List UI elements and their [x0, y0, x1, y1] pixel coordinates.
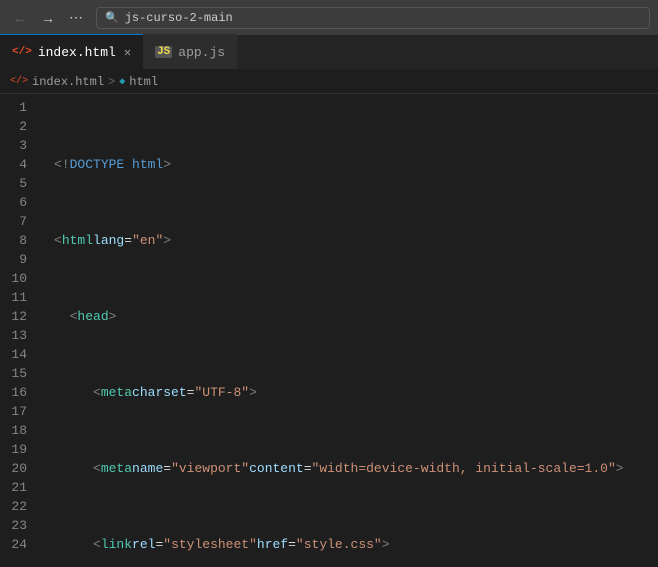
- line-num-11: 11: [0, 288, 27, 307]
- line-num-19: 19: [0, 440, 27, 459]
- line-numbers: 1 2 3 4 5 6 7 8 9 10 11 12 13 14 15 16 1…: [0, 94, 38, 567]
- line-num-22: 22: [0, 497, 27, 516]
- line-num-9: 9: [0, 250, 27, 269]
- breadcrumb-html-icon: </>: [10, 76, 28, 87]
- breadcrumb-separator: >: [108, 75, 115, 89]
- breadcrumb-file: index.html: [32, 75, 104, 89]
- line-num-2: 2: [0, 117, 27, 136]
- nav-more-button[interactable]: ⋯: [64, 6, 88, 30]
- line-num-17: 17: [0, 402, 27, 421]
- line-num-18: 18: [0, 421, 27, 440]
- line-num-3: 3: [0, 136, 27, 155]
- tab-app-js[interactable]: JS app.js: [143, 34, 237, 69]
- line-num-8: 8: [0, 231, 27, 250]
- line-num-14: 14: [0, 345, 27, 364]
- line-num-21: 21: [0, 478, 27, 497]
- breadcrumb-section: html: [129, 75, 158, 89]
- line-num-15: 15: [0, 364, 27, 383]
- line-num-1: 1: [0, 98, 27, 117]
- code-line-6: <link rel="stylesheet" href="style.css">: [54, 535, 658, 554]
- line-num-16: 16: [0, 383, 27, 402]
- search-icon: 🔍: [105, 11, 119, 25]
- search-text: js-curso-2-main: [125, 11, 233, 25]
- tab-bar: </> index.html ✕ JS app.js: [0, 35, 658, 70]
- line-num-13: 13: [0, 326, 27, 345]
- editor[interactable]: 1 2 3 4 5 6 7 8 9 10 11 12 13 14 15 16 1…: [0, 94, 658, 567]
- line-num-4: 4: [0, 155, 27, 174]
- line-num-23: 23: [0, 516, 27, 535]
- code-line-3: <head>: [54, 307, 658, 326]
- tab-label-js: app.js: [178, 45, 225, 60]
- code-content[interactable]: <!DOCTYPE html> <html lang="en"> <head> …: [38, 94, 658, 567]
- line-num-12: 12: [0, 307, 27, 326]
- tab-index-html[interactable]: </> index.html ✕: [0, 34, 143, 69]
- breadcrumb: </> index.html > ◆ html: [0, 70, 658, 94]
- code-line-5: <meta name="viewport" content="width=dev…: [54, 459, 658, 478]
- tab-close-html[interactable]: ✕: [124, 45, 131, 60]
- search-bar[interactable]: 🔍 js-curso-2-main: [96, 7, 650, 29]
- nav-buttons: ← → ⋯: [8, 6, 88, 30]
- nav-forward-button[interactable]: →: [36, 6, 60, 30]
- line-num-20: 20: [0, 459, 27, 478]
- code-line-4: <meta charset="UTF-8">: [54, 383, 658, 402]
- js-file-icon: JS: [155, 46, 172, 58]
- title-bar: ← → ⋯ 🔍 js-curso-2-main: [0, 0, 658, 35]
- nav-back-button[interactable]: ←: [8, 6, 32, 30]
- line-num-24: 24: [0, 535, 27, 554]
- html-file-icon: </>: [12, 46, 32, 58]
- line-num-7: 7: [0, 212, 27, 231]
- line-num-10: 10: [0, 269, 27, 288]
- line-num-6: 6: [0, 193, 27, 212]
- breadcrumb-section-icon: ◆: [119, 76, 125, 88]
- code-line-2: <html lang="en">: [54, 231, 658, 250]
- tab-label-html: index.html: [38, 45, 116, 60]
- code-line-1: <!DOCTYPE html>: [54, 155, 658, 174]
- line-num-5: 5: [0, 174, 27, 193]
